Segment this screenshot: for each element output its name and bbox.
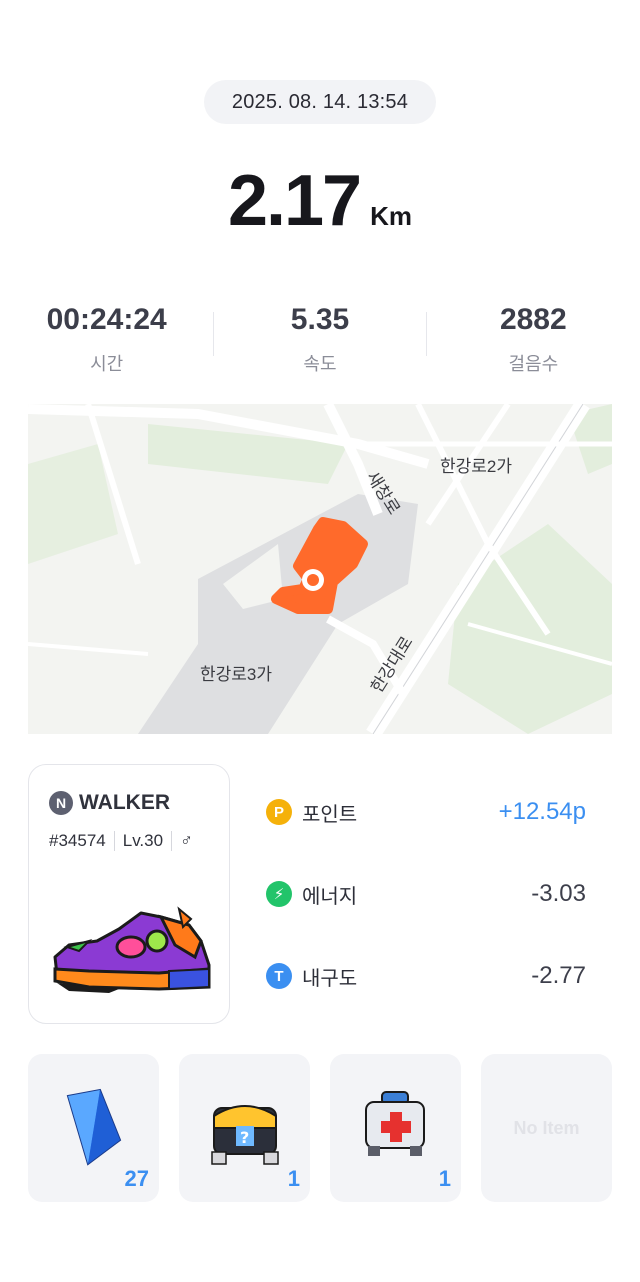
stat-time-value: 00:24:24 <box>46 303 167 336</box>
shoe-brand: N WALKER <box>49 791 170 815</box>
run-stats: 00:24:24 시간 5.35 속도 2882 걸음수 <box>0 300 640 380</box>
reward-value: +12.54p <box>498 798 586 825</box>
item-count: 1 <box>287 1166 300 1191</box>
run-datetime: 2025. 08. 14. 13:54 <box>204 80 436 124</box>
map-canvas: 새창로 한강로2가 한강로3가 한강대로 <box>28 404 612 734</box>
item-slots: 27 ? 1 1 No Item <box>28 1054 612 1202</box>
map-label: 한강로2가 <box>440 457 512 476</box>
svg-text:?: ? <box>240 1128 249 1147</box>
brand-badge-icon: N <box>49 791 73 815</box>
item-count: 1 <box>438 1166 451 1191</box>
stat-steps-label: 걸음수 <box>508 354 559 374</box>
distance-value: 2.17 <box>227 161 362 241</box>
item-slot-mystery-box[interactable]: ? 1 <box>179 1054 310 1202</box>
point-icon: P <box>266 799 292 825</box>
distance-unit: Km <box>370 201 413 231</box>
stat-time-label: 시간 <box>90 354 124 374</box>
mystery-box-icon: ? <box>211 1105 279 1165</box>
stat-divider <box>213 312 215 356</box>
route-map[interactable]: 새창로 한강로2가 한강로3가 한강대로 <box>28 404 612 734</box>
reward-label: 에너지 <box>302 885 358 908</box>
stat-speed: 5.35 속도 <box>213 300 427 380</box>
reward-energy: ⚡ 에너지 -3.03 <box>266 874 586 914</box>
blue-gem-icon <box>66 1088 122 1166</box>
shoe-image <box>53 906 211 993</box>
stat-speed-label: 속도 <box>303 354 337 374</box>
reward-point: P 포인트 +12.54p <box>266 792 586 832</box>
item-slot-empty: No Item <box>481 1054 612 1202</box>
reward-value: -3.03 <box>531 880 586 907</box>
item-slot-gem[interactable]: 27 <box>28 1054 159 1202</box>
item-count: 27 <box>124 1166 149 1191</box>
shoe-meta: #34574 Lv.30 ♂ <box>49 831 193 851</box>
reward-value: -2.77 <box>531 962 586 989</box>
reward-label: 내구도 <box>302 967 358 990</box>
reward-durability: T 내구도 -2.77 <box>266 956 586 996</box>
stat-steps: 2882 걸음수 <box>427 300 640 380</box>
repair-kit-icon <box>365 1091 425 1156</box>
shoe-card[interactable]: N WALKER #34574 Lv.30 ♂ <box>28 764 230 1024</box>
meta-divider <box>113 831 115 851</box>
reward-label: 포인트 <box>302 803 358 826</box>
stat-speed-value: 5.35 <box>290 303 350 336</box>
item-slot-repair-kit[interactable]: 1 <box>330 1054 461 1202</box>
brand-name: WALKER <box>79 791 170 814</box>
stat-time: 00:24:24 시간 <box>0 300 213 380</box>
stat-steps-value: 2882 <box>499 303 567 336</box>
shoe-level: Lv.30 <box>122 831 164 850</box>
empty-slot-label: No Item <box>513 1117 580 1138</box>
shoe-id: #34574 <box>49 831 106 850</box>
meta-divider <box>171 831 173 851</box>
durability-icon: T <box>266 963 292 989</box>
distance-display: 2.17 Km <box>0 160 640 250</box>
energy-icon: ⚡ <box>266 881 292 907</box>
map-label: 한강로3가 <box>200 665 272 684</box>
gender-icon: ♂ <box>180 831 193 850</box>
